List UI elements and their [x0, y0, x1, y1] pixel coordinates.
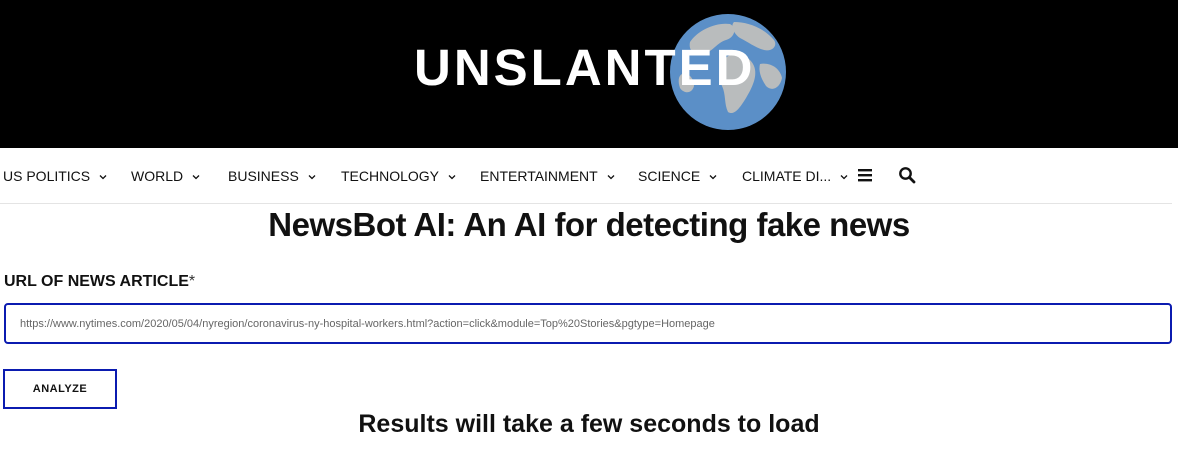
search-icon[interactable]: [897, 165, 917, 185]
nav-item-climate[interactable]: CLIMATE DI...: [742, 167, 849, 185]
page-title: NewsBot AI: An AI for detecting fake new…: [268, 206, 910, 243]
nav-item-entertainment[interactable]: ENTERTAINMENT: [480, 167, 616, 185]
site-logo[interactable]: UNSLANTED: [414, 10, 790, 134]
chevron-down-icon: [840, 175, 848, 180]
chevron-down-icon: [607, 175, 615, 180]
hamburger-menu-icon[interactable]: [855, 165, 875, 185]
chevron-down-icon: [308, 175, 316, 180]
url-field-label: URL OF NEWS ARTICLE*: [4, 272, 195, 292]
nav-item-label: WORLD: [131, 168, 184, 184]
nav-item-label: CLIMATE DI...: [742, 168, 832, 184]
nav-item-world[interactable]: WORLD: [131, 167, 201, 185]
nav-item-science[interactable]: SCIENCE: [638, 167, 718, 185]
chevron-down-icon: [448, 175, 456, 180]
nav-item-label: US POLITICS: [3, 168, 91, 184]
nav-item-label: TECHNOLOGY: [341, 168, 440, 184]
chevron-down-icon: [192, 175, 200, 180]
site-logo-text: UNSLANTED: [414, 39, 756, 96]
required-marker: *: [188, 273, 196, 290]
nav-item-label: ENTERTAINMENT: [480, 168, 598, 184]
nav-item-technology[interactable]: TECHNOLOGY: [341, 167, 457, 185]
article-url-input[interactable]: [4, 303, 1172, 344]
nav-divider: [0, 203, 1172, 204]
main-nav: US POLITICS WORLD BUSINESS TECHNOLOGY EN…: [0, 148, 1178, 204]
nav-item-business[interactable]: BUSINESS: [228, 167, 317, 185]
nav-item-label: SCIENCE: [638, 168, 701, 184]
analyze-button[interactable]: ANALYZE: [3, 369, 117, 409]
url-field-label-text: URL OF NEWS ARTICLE: [4, 273, 189, 290]
chevron-down-icon: [709, 175, 717, 180]
nav-item-us-politics[interactable]: US POLITICS: [3, 167, 108, 185]
nav-item-label: BUSINESS: [228, 168, 299, 184]
chevron-down-icon: [99, 175, 107, 180]
results-loading-message: Results will take a few seconds to load: [358, 410, 820, 438]
site-header: UNSLANTED: [0, 0, 1178, 148]
